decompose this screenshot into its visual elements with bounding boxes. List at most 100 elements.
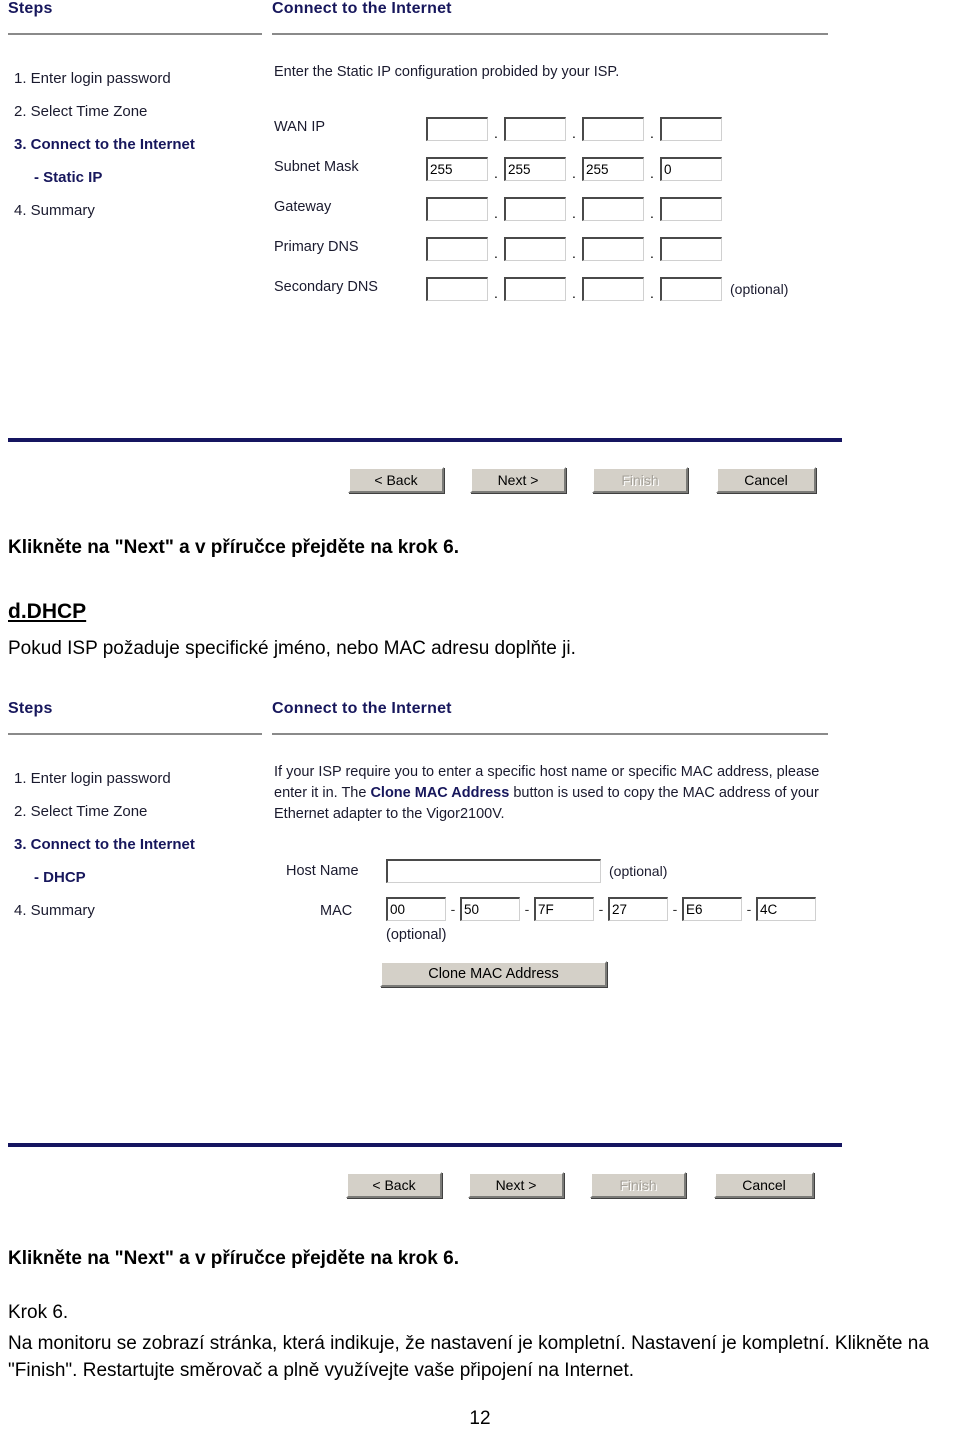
primary-dns-octet-2[interactable] [504,237,566,261]
label-secondary-dns: Secondary DNS [274,279,378,295]
cancel-button-dhcp[interactable]: Cancel [714,1172,814,1198]
mac-separator-dash: - [672,901,678,917]
secondary-dns-octet-4[interactable] [660,277,722,301]
next-button-dhcp[interactable]: Next > [468,1172,564,1198]
field-row-wan-ip: WAN IP . . . [274,111,844,151]
octet-separator-dot: . [650,205,654,221]
mac-separator-dash: - [598,901,604,917]
wizard-panel-dhcp: Steps Connect to the Internet 1. Enter l… [0,700,850,1198]
octet-separator-dot: . [650,285,654,301]
field-row-clone-mac: Clone MAC Address [274,961,844,995]
field-row-host-name: Host Name (optional) [274,855,844,897]
wan-ip-octet-4[interactable] [660,117,722,141]
header-divider-right-dhcp [272,733,828,735]
mac-separator-dash: - [450,901,456,917]
octet-separator-dot: . [494,165,498,181]
host-name-group: (optional) [386,859,667,883]
finish-button-dhcp: Finish [590,1172,686,1198]
octet-separator-dot: . [572,165,576,181]
step6-heading: Krok 6. [8,1302,69,1323]
instruction-after-dhcp: Klikněte na "Next" a v příručce přejděte… [8,1248,459,1269]
label-gateway: Gateway [274,199,332,215]
panel-title-static: Connect to the Internet [272,0,452,17]
octet-separator-dot: . [572,125,576,141]
field-row-mac: MAC - - - - - [274,897,844,927]
mac-separator-dash: - [524,901,530,917]
steps-list-static: 1. Enter login password 2. Select Time Z… [14,62,264,227]
primary-dns-octet-3[interactable] [582,237,644,261]
step6-body: Na monitoru se zobrazí stránka, která in… [8,1333,929,1381]
finish-button: Finish [592,467,688,493]
header-divider-right-static [272,33,828,35]
primary-dns-octet-4[interactable] [660,237,722,261]
subnet-mask-octet-1[interactable] [426,157,488,181]
secondary-dns-optional-note: (optional) [730,281,789,297]
header-divider-left-static [8,33,262,35]
octet-separator-dot: . [650,125,654,141]
sidebar-item-summary-dhcp[interactable]: 4. Summary [14,894,264,927]
gateway-octet-1[interactable] [426,197,488,221]
secondary-dns-octet-1[interactable] [426,277,488,301]
steps-heading-static: Steps [8,0,53,17]
next-button[interactable]: Next > [470,467,566,493]
page-number: 12 [469,1408,491,1429]
sidebar-item-summary[interactable]: 4. Summary [14,194,264,227]
sidebar-item-enter-login-password[interactable]: 1. Enter login password [14,62,264,95]
back-button-dhcp[interactable]: < Back [346,1172,442,1198]
octet-group-wan-ip: . . . [426,113,722,145]
primary-dns-octet-1[interactable] [426,237,488,261]
button-bar-static: < Back Next > Finish Cancel [0,467,850,497]
secondary-dns-octet-3[interactable] [582,277,644,301]
octet-separator-dot: . [572,205,576,221]
sidebar-item-select-time-zone-dhcp[interactable]: 2. Select Time Zone [14,795,264,828]
mac-separator-dash: - [746,901,752,917]
static-ip-description: Enter the Static IP configuration probid… [274,64,620,80]
wizard-panel-static-ip: Steps Connect to the Internet 1. Enter l… [0,0,850,493]
cancel-button[interactable]: Cancel [716,467,816,493]
wan-ip-octet-1[interactable] [426,117,488,141]
panel-content-static: Enter the Static IP configuration probid… [274,62,844,311]
clone-mac-address-button[interactable]: Clone MAC Address [380,961,607,987]
field-row-mac-note: (optional) [274,927,844,961]
sidebar-item-static-ip[interactable]: - Static IP [14,161,264,194]
footer-divider-dhcp [8,1143,842,1147]
secondary-dns-octet-2[interactable] [504,277,566,301]
subnet-mask-octet-4[interactable] [660,157,722,181]
subnet-mask-octet-3[interactable] [582,157,644,181]
sidebar-item-dhcp[interactable]: - DHCP [14,861,264,894]
mac-optional-note: (optional) [386,927,447,943]
mac-octet-5[interactable] [682,897,742,921]
footer-divider-static [8,438,842,442]
sidebar-item-select-time-zone[interactable]: 2. Select Time Zone [14,95,264,128]
steps-list-dhcp: 1. Enter login password 2. Select Time Z… [14,762,264,927]
host-name-input[interactable] [386,859,601,883]
wan-ip-octet-3[interactable] [582,117,644,141]
host-name-optional-note: (optional) [609,863,668,879]
panel-title-dhcp: Connect to the Internet [272,700,452,717]
octet-group-primary-dns: . . . [426,233,722,265]
heading-dhcp: d.DHCP [8,600,87,623]
gateway-octet-4[interactable] [660,197,722,221]
sidebar-item-enter-login-password-dhcp[interactable]: 1. Enter login password [14,762,264,795]
mac-octet-1[interactable] [386,897,446,921]
field-row-gateway: Gateway . . . [274,191,844,231]
sidebar-item-connect-to-the-internet[interactable]: 3. Connect to the Internet [14,128,264,161]
octet-group-gateway: . . . [426,193,722,225]
mac-octet-6[interactable] [756,897,816,921]
octet-separator-dot: . [494,245,498,261]
mac-octet-3[interactable] [534,897,594,921]
subnet-mask-octet-2[interactable] [504,157,566,181]
mac-octet-4[interactable] [608,897,668,921]
mac-octet-2[interactable] [460,897,520,921]
back-button[interactable]: < Back [348,467,444,493]
sidebar-item-connect-to-the-internet-dhcp[interactable]: 3. Connect to the Internet [14,828,264,861]
octet-separator-dot: . [494,125,498,141]
label-wan-ip: WAN IP [274,119,326,135]
button-bar-dhcp: < Back Next > Finish Cancel [0,1172,850,1202]
octet-separator-dot: . [572,245,576,261]
gateway-octet-3[interactable] [582,197,644,221]
field-row-secondary-dns: Secondary DNS . . . (optional) [274,271,844,311]
gateway-octet-2[interactable] [504,197,566,221]
wan-ip-octet-2[interactable] [504,117,566,141]
field-row-subnet-mask: Subnet Mask . . . [274,151,844,191]
